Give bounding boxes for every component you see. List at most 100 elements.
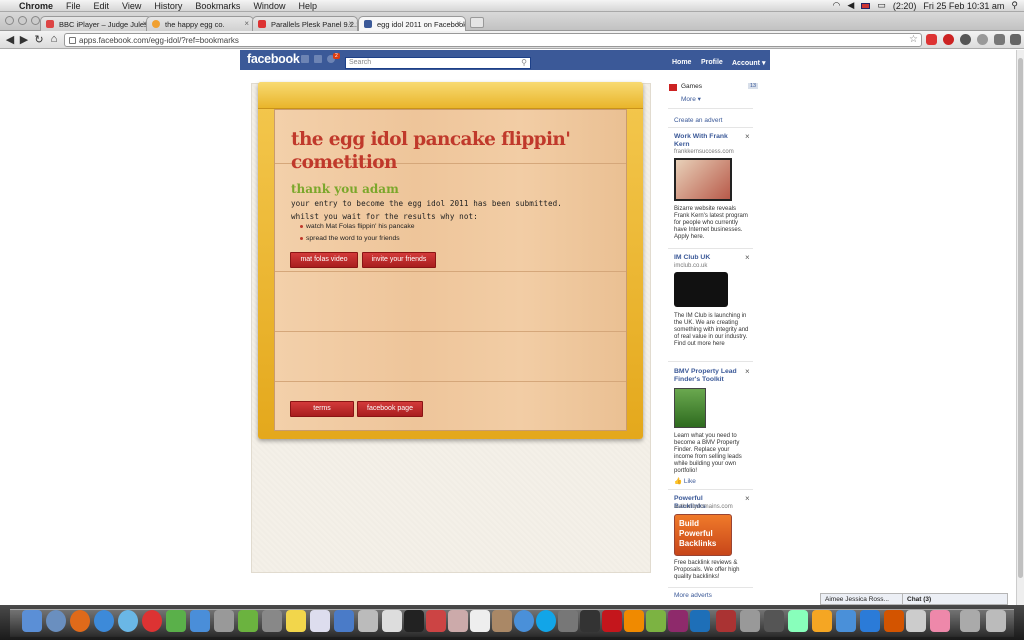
safari-icon[interactable] (94, 610, 114, 632)
close-tab-icon[interactable]: × (348, 19, 353, 28)
chat-friend-tab[interactable]: Aimee Jessica Ross... (821, 594, 903, 604)
spotlight-icon[interactable]: ⚲ (1011, 0, 1018, 11)
ad-image[interactable] (674, 272, 728, 307)
back-arrow-icon[interactable]: ◀ (4, 33, 16, 46)
app-icon[interactable] (262, 610, 282, 632)
facebook-search-input[interactable]: Search ⚲ (345, 57, 531, 69)
extension-icon[interactable] (977, 34, 988, 45)
wrench-icon[interactable] (1010, 34, 1021, 45)
reload-icon[interactable]: ↻ (33, 33, 45, 46)
friend-requests-icon[interactable] (301, 55, 309, 63)
more-link[interactable]: More ▾ (681, 95, 701, 103)
close-tab-icon[interactable]: × (456, 19, 461, 28)
terminal-icon[interactable] (404, 610, 424, 632)
app-icon[interactable] (426, 610, 446, 632)
zoom-window-button[interactable] (31, 16, 40, 25)
new-tab-button[interactable] (470, 17, 484, 28)
app-icon[interactable] (448, 610, 468, 632)
close-window-button[interactable] (5, 16, 14, 25)
close-ad-icon[interactable]: × (745, 494, 750, 503)
clock[interactable]: Fri 25 Feb 10:31 am (923, 1, 1004, 11)
menu-file[interactable]: File (66, 1, 81, 11)
battery-icon[interactable]: ▭ (877, 0, 886, 11)
address-bar[interactable]: apps.facebook.com/egg-idol/?ref=bookmark… (64, 33, 922, 47)
menu-edit[interactable]: Edit (94, 1, 110, 11)
app-icon[interactable] (716, 610, 736, 632)
close-ad-icon[interactable]: × (745, 253, 750, 262)
ad-image[interactable] (674, 388, 706, 428)
app-icon[interactable] (788, 610, 808, 632)
ad-title-frank-kern[interactable]: Work With Frank Kern (674, 133, 736, 149)
menu-chrome[interactable]: Chrome (19, 1, 53, 11)
tab-happy-egg[interactable]: the happy egg co. × (146, 16, 254, 32)
tab-plesk[interactable]: Parallels Plesk Panel 9.2.1 × (252, 16, 358, 32)
chrome-icon[interactable] (142, 610, 162, 632)
extension-icon[interactable] (943, 34, 954, 45)
stickies-icon[interactable] (286, 610, 306, 632)
illustrator-icon[interactable] (624, 610, 644, 632)
tab-bbc-iplayer[interactable]: BBC iPlayer – Judge Jules: La × (40, 16, 152, 32)
app-icon[interactable] (238, 610, 258, 632)
create-advert-link[interactable]: Create an advert (674, 117, 722, 124)
app-icon[interactable] (492, 610, 512, 632)
facebook-logo[interactable]: facebook (247, 52, 300, 66)
app-icon[interactable] (580, 610, 600, 632)
nav-profile[interactable]: Profile (701, 59, 723, 66)
app-icon[interactable] (764, 610, 784, 632)
leaf-icon[interactable] (166, 610, 186, 632)
wifi-icon[interactable]: ◠ (833, 0, 841, 11)
compass-icon[interactable] (118, 610, 138, 632)
ad-title-bmv[interactable]: BMV Property Lead Finder's Toolkit (674, 368, 742, 384)
app-icon[interactable] (310, 610, 330, 632)
finder-icon[interactable] (22, 610, 42, 632)
dashboard-icon[interactable] (46, 610, 66, 632)
calendar-icon[interactable] (470, 610, 490, 632)
app-icon[interactable] (514, 610, 534, 632)
bookmark-star-icon[interactable]: ☆ (909, 34, 918, 45)
battery-status[interactable]: (2:20) (893, 1, 917, 11)
ad-like-link[interactable]: 👍 Like (674, 477, 696, 485)
photoshop-icon[interactable] (690, 610, 710, 632)
ad-image[interactable] (674, 158, 732, 201)
app-icon[interactable] (558, 610, 578, 632)
mat-folas-video-button[interactable]: mat folas video (290, 252, 358, 268)
terms-button[interactable]: terms (290, 401, 354, 417)
firefox-icon[interactable] (70, 610, 90, 632)
close-ad-icon[interactable]: × (745, 132, 750, 141)
flash-icon[interactable] (602, 610, 622, 632)
page-scrollbar[interactable] (1016, 50, 1024, 605)
word-icon[interactable] (860, 610, 880, 632)
games-link[interactable]: Games (681, 83, 702, 90)
app-icon[interactable] (740, 610, 760, 632)
trash-icon[interactable] (986, 610, 1006, 632)
chat-button[interactable]: Chat (3) (903, 594, 935, 604)
fireworks-icon[interactable] (646, 610, 666, 632)
close-ad-icon[interactable]: × (745, 367, 750, 376)
menu-help[interactable]: Help (298, 1, 317, 11)
gmail-extension-icon[interactable] (926, 34, 937, 45)
forward-arrow-icon[interactable]: ▶ (18, 33, 30, 46)
app-icon[interactable] (812, 610, 832, 632)
app-icon[interactable] (382, 610, 402, 632)
messages-icon[interactable] (314, 55, 322, 63)
powerpoint-icon[interactable] (884, 610, 904, 632)
app-icon[interactable] (930, 610, 950, 632)
app-icon[interactable] (214, 610, 234, 632)
home-icon[interactable]: ⌂ (48, 33, 60, 45)
search-icon[interactable]: ⚲ (521, 58, 527, 67)
app-icon[interactable] (334, 610, 354, 632)
invite-friends-button[interactable]: invite your friends (362, 252, 436, 268)
more-adverts-link[interactable]: More adverts (674, 592, 712, 599)
ad-title-im-club[interactable]: IM Club UK (674, 254, 736, 262)
scrollbar-thumb[interactable] (1018, 58, 1023, 578)
tab-egg-idol[interactable]: egg idol 2011 on Facebook × (358, 16, 466, 32)
page-menu-icon[interactable] (994, 34, 1005, 45)
volume-icon[interactable]: ◀ (847, 0, 854, 11)
nav-account[interactable]: Account ▾ (732, 59, 765, 67)
app-icon[interactable] (836, 610, 856, 632)
downloads-stack-icon[interactable] (960, 610, 980, 632)
minimize-window-button[interactable] (18, 16, 27, 25)
extension-icon[interactable] (960, 34, 971, 45)
nav-home[interactable]: Home (672, 59, 691, 66)
menu-history[interactable]: History (154, 1, 182, 11)
